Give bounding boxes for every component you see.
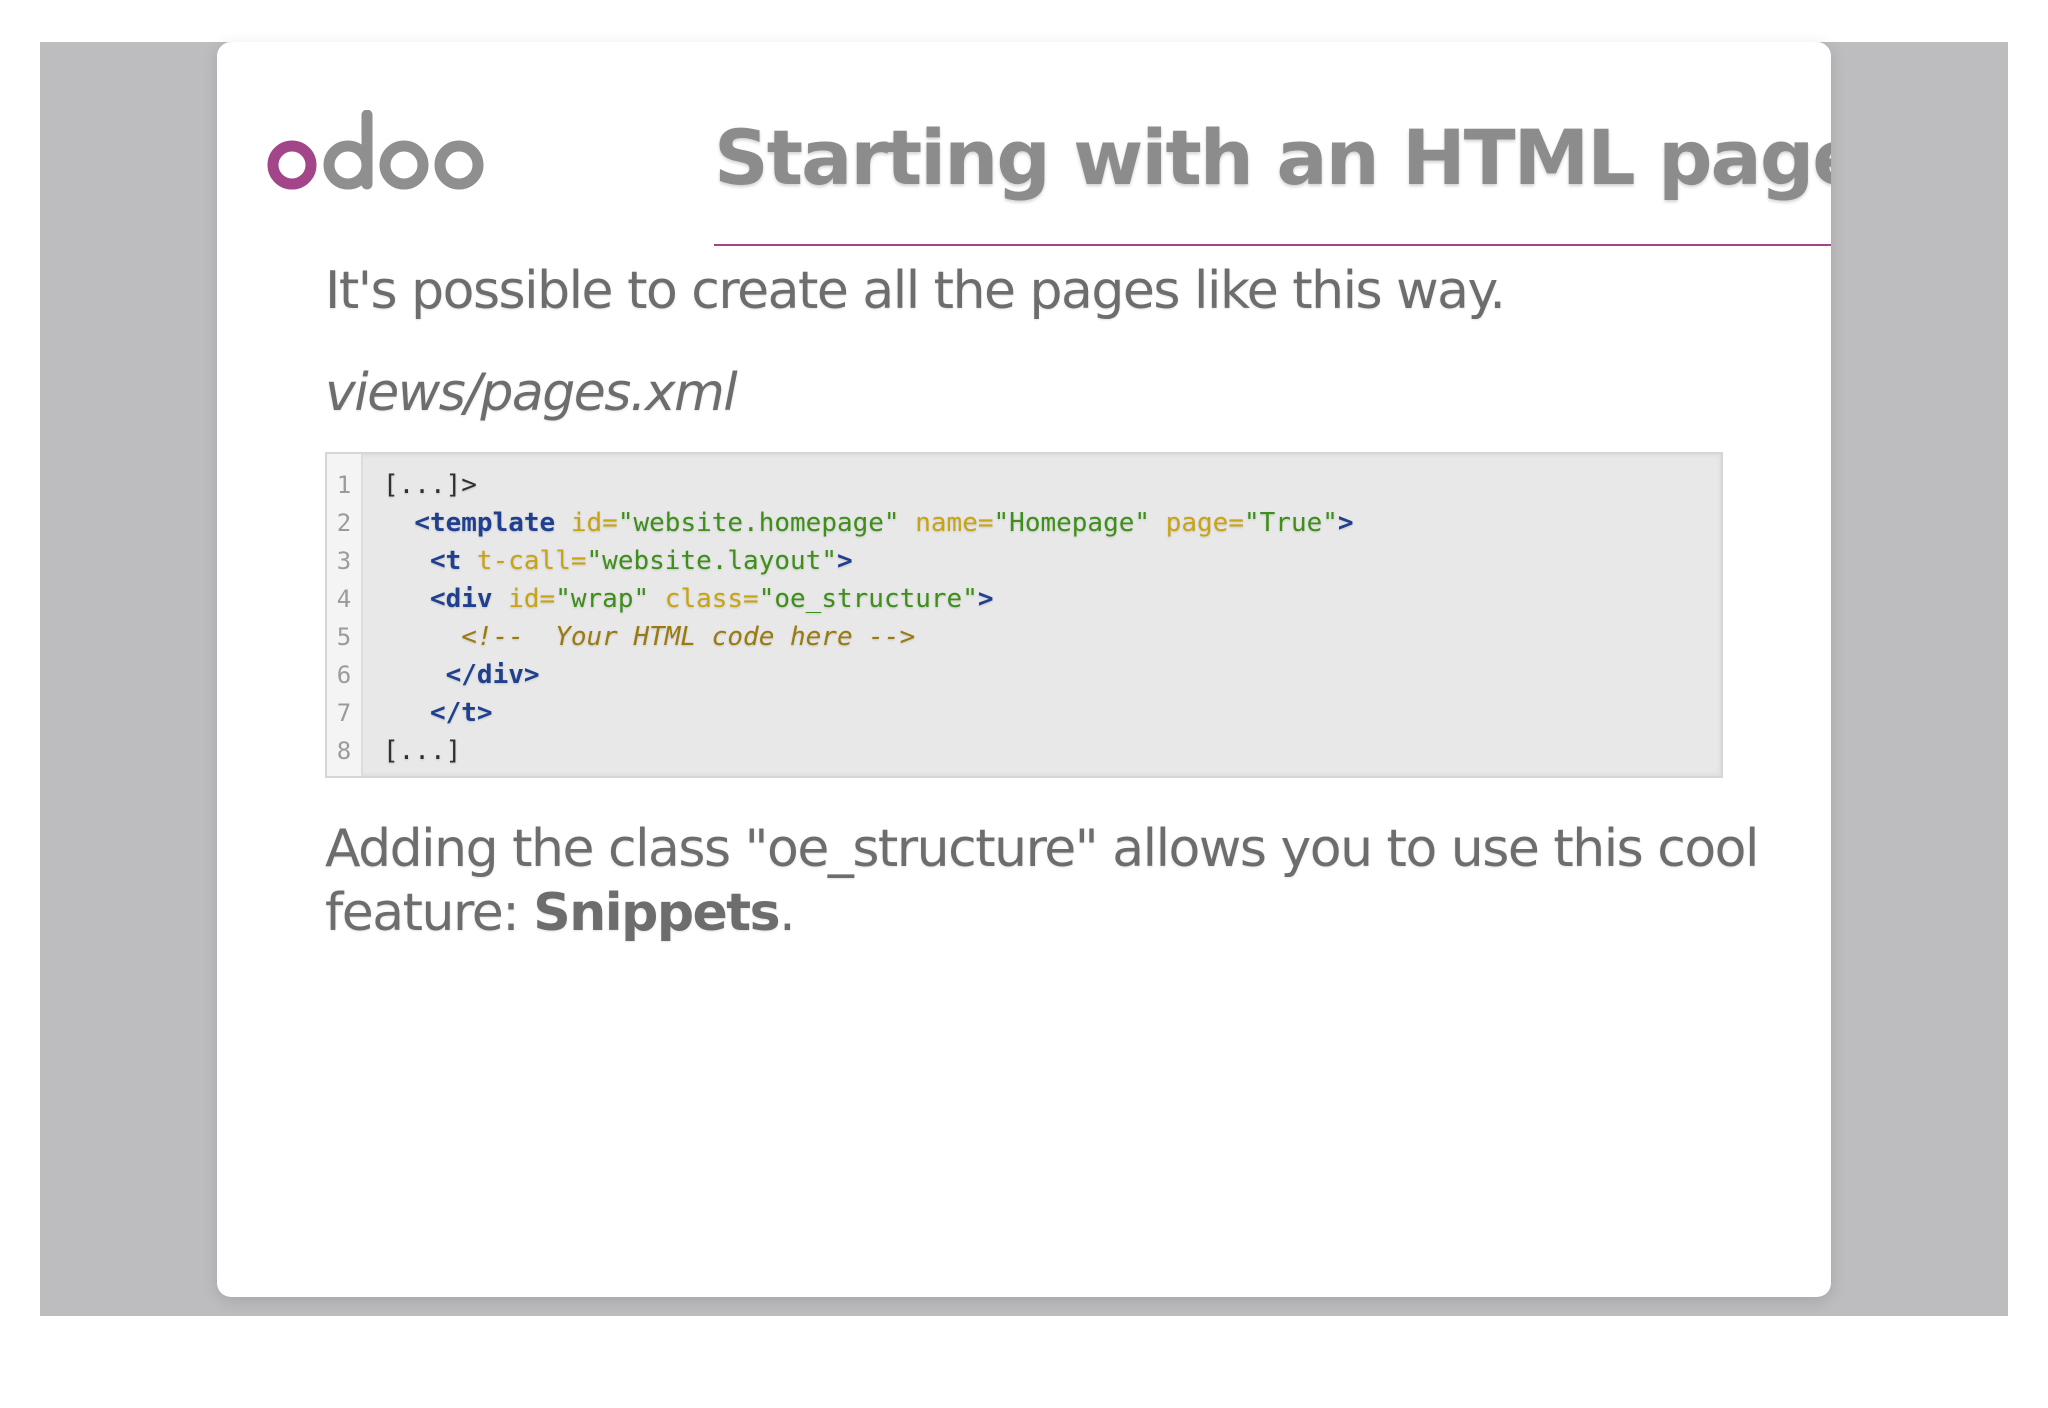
odoo-logo	[267, 110, 487, 200]
code-token: >	[977, 584, 994, 614]
code-lines: [...]> <template id="website.homepage" n…	[363, 454, 1354, 776]
code-token: "website.homepage"	[617, 508, 900, 538]
code-line: </t>	[383, 694, 1354, 732]
slide-title: Starting with an HTML page	[714, 106, 1831, 246]
code-token: </t>	[429, 698, 493, 728]
line-number: 8	[336, 737, 352, 765]
code-token: "wrap"	[555, 584, 650, 614]
code-block: 12345678 [...]> <template id="website.ho…	[325, 452, 1723, 778]
code-line: [...]	[383, 732, 1354, 770]
code-token: >	[836, 546, 853, 576]
code-token: id=	[492, 584, 556, 614]
line-number: 6	[336, 661, 352, 689]
line-number: 1	[336, 471, 352, 499]
code-token: [...]	[383, 736, 462, 766]
intro-text: It's possible to create all the pages li…	[325, 261, 1506, 321]
code-token: "True"	[1243, 508, 1338, 538]
code-token: id=	[555, 508, 618, 538]
code-token: </div>	[445, 660, 540, 690]
code-token: <!-- Your HTML code here -->	[461, 622, 916, 652]
code-token: >	[1337, 508, 1354, 538]
odoo-logo-graphic	[267, 110, 484, 190]
code-token: "website.layout"	[586, 546, 837, 576]
code-token: t-call=	[461, 546, 587, 576]
code-line: <div id="wrap" class="oe_structure">	[383, 580, 1354, 618]
code-token: [...]>	[383, 470, 477, 500]
code-line: <t t-call="website.layout">	[383, 542, 1354, 580]
line-number-gutter: 1 2 3 4 5 6 7 8	[327, 454, 363, 776]
code-token: <div	[429, 584, 493, 614]
code-token: <template	[414, 508, 556, 538]
code-token: class=	[649, 584, 759, 614]
line-number: 2	[336, 509, 352, 537]
code-line: <!-- Your HTML code here -->	[383, 618, 1354, 656]
outro-text: Adding the class "oe_structure" allows y…	[325, 817, 1765, 945]
slide: Starting with an HTML page It's possible…	[217, 42, 1831, 1297]
line-number: 3	[336, 547, 352, 575]
code-line: <template id="website.homepage" name="Ho…	[383, 504, 1354, 542]
filename-label: views/pages.xml	[325, 363, 738, 423]
line-number: 5	[336, 623, 352, 651]
outro-text-end: .	[779, 883, 796, 943]
code-token: <t	[429, 546, 462, 576]
line-number: 4	[336, 585, 352, 613]
snippets-emphasis: Snippets	[533, 883, 780, 943]
code-token: "oe_structure"	[758, 584, 978, 614]
code-line: [...]>	[383, 466, 1354, 504]
code-token: page=	[1150, 508, 1244, 538]
code-token: "Homepage"	[993, 508, 1151, 538]
code-token: name=	[899, 508, 994, 538]
line-number: 7	[336, 699, 352, 727]
slide-title-text: Starting with an HTML page	[714, 113, 1831, 202]
code-line: </div>	[383, 656, 1354, 694]
